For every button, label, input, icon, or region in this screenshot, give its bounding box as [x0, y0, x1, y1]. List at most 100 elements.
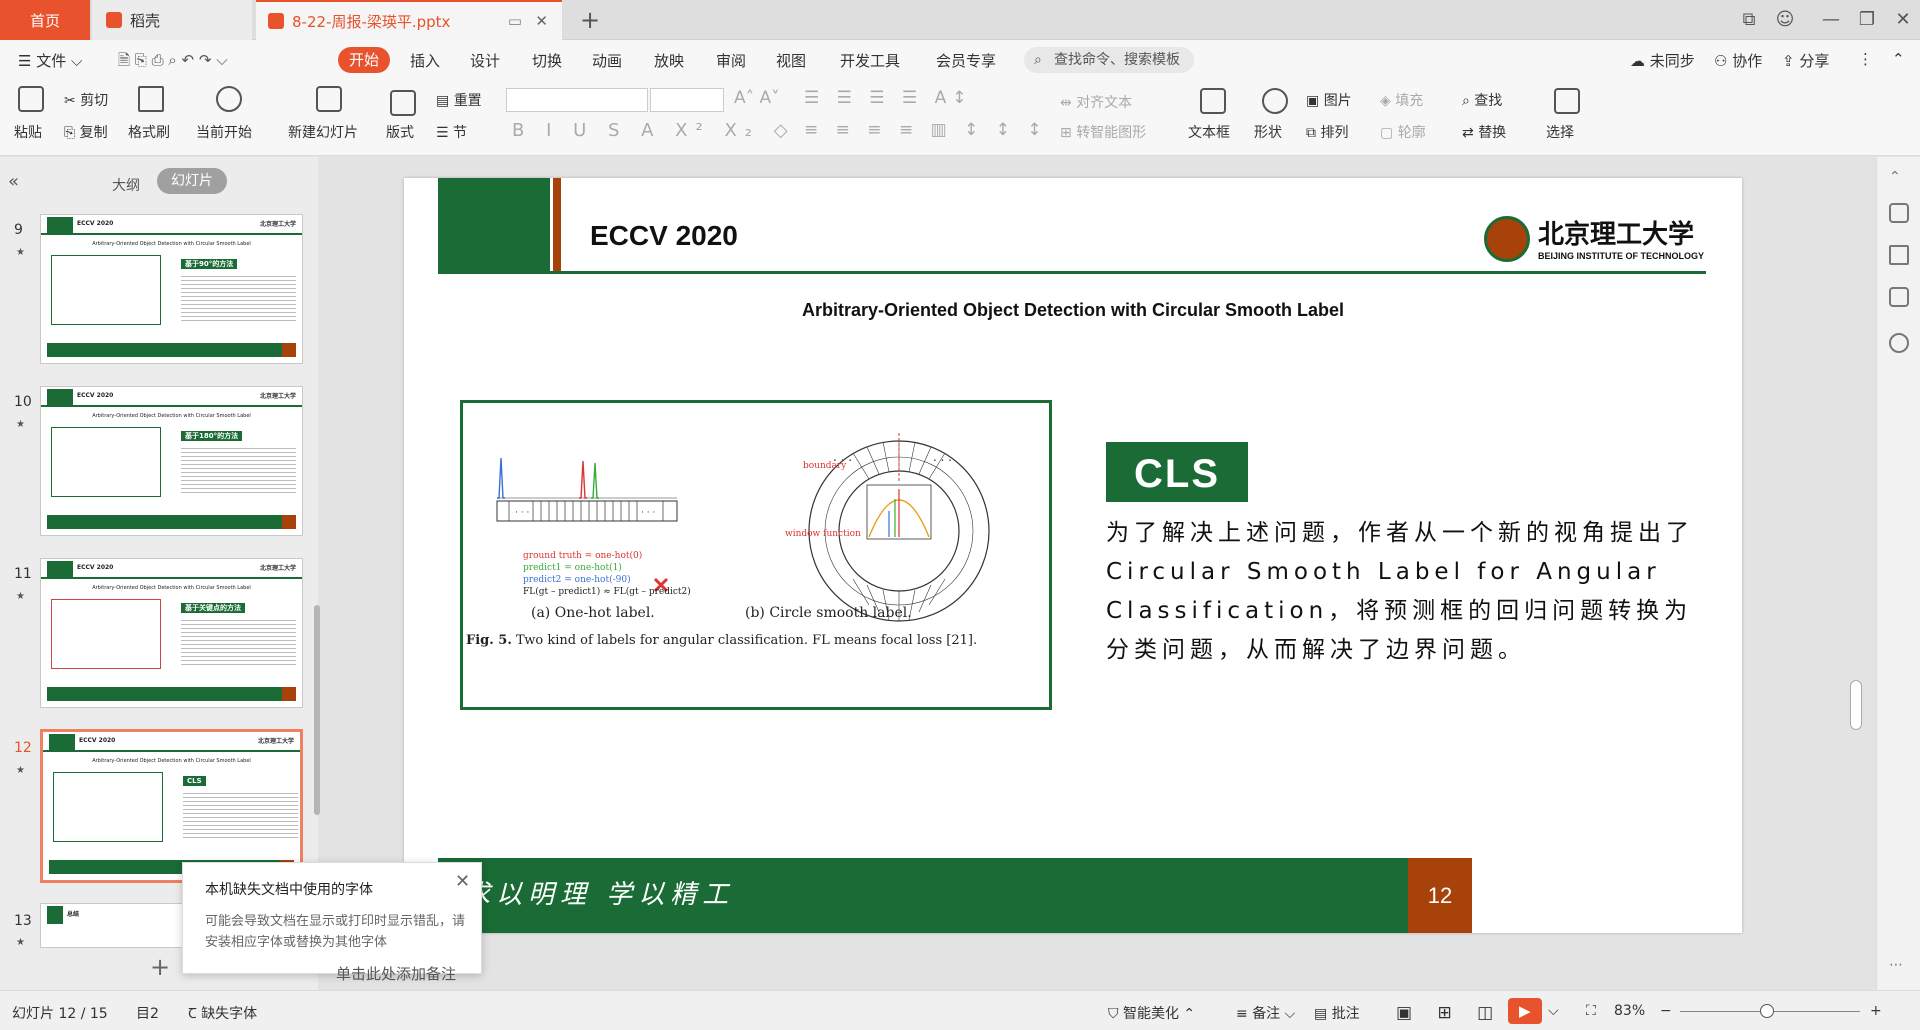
- slide-thumbnail[interactable]: ECCV 2020 北京理工大学 Arbitrary-Oriented Objec…: [40, 558, 303, 708]
- chevron-up-icon[interactable]: ⌃: [1889, 169, 1901, 185]
- file-menu[interactable]: ☰ 文件 ⌵: [18, 50, 82, 71]
- format-painter-icon[interactable]: [138, 86, 164, 112]
- slide-title[interactable]: ECCV 2020: [590, 220, 738, 252]
- reset-button[interactable]: ▤ 重置: [436, 90, 482, 110]
- arrange-button[interactable]: ⧉ 排列: [1306, 122, 1348, 142]
- comments-button[interactable]: ▤ 批注: [1314, 1003, 1360, 1023]
- collab-button[interactable]: ⚇ 协作: [1714, 50, 1762, 71]
- theme-name[interactable]: 目2: [136, 1003, 159, 1023]
- font-family-select[interactable]: [506, 88, 648, 112]
- beautify-button[interactable]: ⛉ 智能美化 ⌃: [1108, 1003, 1195, 1023]
- layout-button[interactable]: 版式: [386, 122, 414, 142]
- menu-transition[interactable]: 切换: [532, 50, 562, 71]
- zoom-out-icon[interactable]: −: [1660, 1003, 1672, 1019]
- paragraph-buttons[interactable]: ☰ ☰ ☰ ☰ A↕: [804, 88, 972, 108]
- outline-button[interactable]: ▢ 轮廓: [1380, 122, 1426, 142]
- tab-slides[interactable]: 幻灯片: [157, 168, 227, 194]
- select-icon[interactable]: [1554, 88, 1580, 114]
- panel-scrollbar[interactable]: [314, 605, 320, 815]
- star-icon[interactable]: [1889, 245, 1909, 265]
- cls-badge[interactable]: CLS: [1106, 442, 1248, 502]
- align-text-button[interactable]: ⇹ 对齐文本: [1060, 92, 1132, 112]
- shape-button[interactable]: 形状: [1254, 122, 1282, 142]
- slide-body-text[interactable]: 为了解决上述问题，作者从一个新的视角提出了Circular Smooth Lab…: [1106, 514, 1716, 670]
- play-from-current-icon[interactable]: [216, 86, 242, 112]
- menu-start[interactable]: 开始: [338, 47, 390, 73]
- menu-animation[interactable]: 动画: [592, 50, 622, 71]
- cut-button[interactable]: ✂ 剪切: [64, 90, 108, 110]
- missing-font-button[interactable]: Ꞇ 缺失字体: [188, 1003, 257, 1023]
- shape-icon[interactable]: [1262, 88, 1288, 114]
- tab-home[interactable]: 首页: [0, 0, 90, 40]
- slide-thumbnail[interactable]: ECCV 2020 北京理工大学 Arbitrary-Oriented Objec…: [40, 386, 303, 536]
- slide-thumbnail-selected[interactable]: ECCV 2020 北京理工大学 Arbitrary-Oriented Objec…: [40, 729, 303, 883]
- collapse-panel-icon[interactable]: «: [8, 171, 19, 192]
- sync-button[interactable]: ☁ 未同步: [1630, 50, 1695, 71]
- play-slideshow-button[interactable]: ▶: [1508, 998, 1542, 1024]
- select-button[interactable]: 选择: [1546, 122, 1574, 142]
- zoom-level[interactable]: 83%: [1614, 1003, 1645, 1019]
- font-size-buttons[interactable]: A˄ A˅: [734, 88, 780, 108]
- tab-docer[interactable]: 稻壳: [92, 0, 252, 40]
- font-style-buttons[interactable]: B I U S A X² X₂ ◇: [512, 120, 796, 141]
- menu-design[interactable]: 设计: [470, 50, 500, 71]
- replace-button[interactable]: ⇄ 替换: [1462, 122, 1506, 142]
- tab-outline[interactable]: 大纲: [112, 175, 140, 195]
- paste-button[interactable]: 粘贴: [14, 122, 42, 142]
- textbox-icon[interactable]: [1200, 88, 1226, 114]
- minimize-button[interactable]: —: [1816, 6, 1846, 34]
- new-slide-button[interactable]: 新建幻灯片: [288, 122, 358, 142]
- share-button[interactable]: ⇪ 分享: [1782, 50, 1829, 71]
- more-icon[interactable]: ⋮: [1858, 50, 1873, 68]
- font-size-select[interactable]: [650, 88, 724, 112]
- add-slide-icon[interactable]: +: [150, 953, 170, 981]
- new-slide-icon[interactable]: [316, 86, 342, 112]
- menu-view[interactable]: 视图: [776, 50, 806, 71]
- smartart-button[interactable]: ⊞ 转智能图形: [1060, 122, 1146, 142]
- command-search[interactable]: ⌕ 查找命令、搜索模板: [1024, 47, 1194, 73]
- help-icon[interactable]: [1889, 333, 1909, 353]
- zoom-in-icon[interactable]: +: [1870, 1003, 1882, 1019]
- quick-access-icons[interactable]: 🗎 ⎘ ⎙ ⌕ ↶ ↷ ⌵: [118, 50, 228, 75]
- layout-icon[interactable]: [390, 90, 416, 116]
- menu-developer[interactable]: 开发工具: [840, 50, 900, 71]
- textbox-button[interactable]: 文本框: [1188, 122, 1230, 142]
- menu-member[interactable]: 会员专享: [936, 50, 996, 71]
- collapse-ribbon-icon[interactable]: ⌃: [1892, 50, 1905, 68]
- maximize-button[interactable]: ❐: [1852, 6, 1882, 34]
- new-tab-button[interactable]: +: [570, 0, 610, 40]
- close-icon[interactable]: ✕: [455, 871, 470, 892]
- from-current-button[interactable]: 当前开始: [196, 122, 252, 142]
- slide-subtitle[interactable]: Arbitrary-Oriented Object Detection with…: [404, 300, 1742, 321]
- section-button[interactable]: ☰ 节: [436, 122, 467, 142]
- menu-slideshow[interactable]: 放映: [654, 50, 684, 71]
- format-painter-button[interactable]: 格式刷: [128, 122, 170, 142]
- close-tab-icon[interactable]: ✕: [535, 12, 548, 30]
- fill-button[interactable]: ◈ 填充: [1380, 90, 1423, 110]
- slide-thumbnail[interactable]: ECCV 2020 北京理工大学 Arbitrary-Oriented Objec…: [40, 214, 303, 364]
- transition-icon[interactable]: [1889, 287, 1909, 307]
- notes-button[interactable]: ≡ 备注 ⌵: [1236, 1003, 1295, 1023]
- fit-window-icon[interactable]: ⛶: [1586, 1003, 1596, 1019]
- notes-area[interactable]: 单击此处添加备注: [336, 963, 456, 984]
- user-avatar-icon[interactable]: ☺: [1770, 6, 1800, 34]
- tab-document[interactable]: 8-22-周报-梁瑛平.pptx ▭ ✕: [256, 0, 562, 40]
- restore-tab-icon[interactable]: ▭: [508, 12, 522, 30]
- sidebar-toggle-icon[interactable]: ⧉: [1734, 6, 1764, 34]
- canvas-scrollbar-thumb[interactable]: [1850, 680, 1862, 730]
- find-button[interactable]: ⌕ 查找: [1462, 90, 1502, 110]
- paste-icon[interactable]: [18, 86, 44, 112]
- play-options-chevron-icon[interactable]: ⌵: [1548, 1003, 1559, 1019]
- copy-button[interactable]: ⎘ 复制: [64, 122, 108, 142]
- view-mode-icons[interactable]: ▣ ⊞ ◫: [1396, 1003, 1503, 1023]
- align-buttons[interactable]: ≡ ≡ ≡ ≡ ▥ ↕ ↕ ↕: [804, 120, 1048, 140]
- settings-icon[interactable]: [1889, 203, 1909, 223]
- picture-button[interactable]: ▣ 图片: [1306, 90, 1352, 110]
- close-window-button[interactable]: ✕: [1888, 6, 1918, 34]
- menu-review[interactable]: 审阅: [716, 50, 746, 71]
- slide-canvas[interactable]: ECCV 2020 北京理工大学 BEIJING INSTITUTE OF TE…: [404, 178, 1742, 933]
- figure-image[interactable]: · · · · · · . . . . . . ground truth = o…: [460, 400, 1052, 710]
- menu-insert[interactable]: 插入: [410, 50, 440, 71]
- more-icon[interactable]: ⋯: [1889, 957, 1903, 973]
- zoom-slider-handle[interactable]: [1760, 1004, 1774, 1018]
